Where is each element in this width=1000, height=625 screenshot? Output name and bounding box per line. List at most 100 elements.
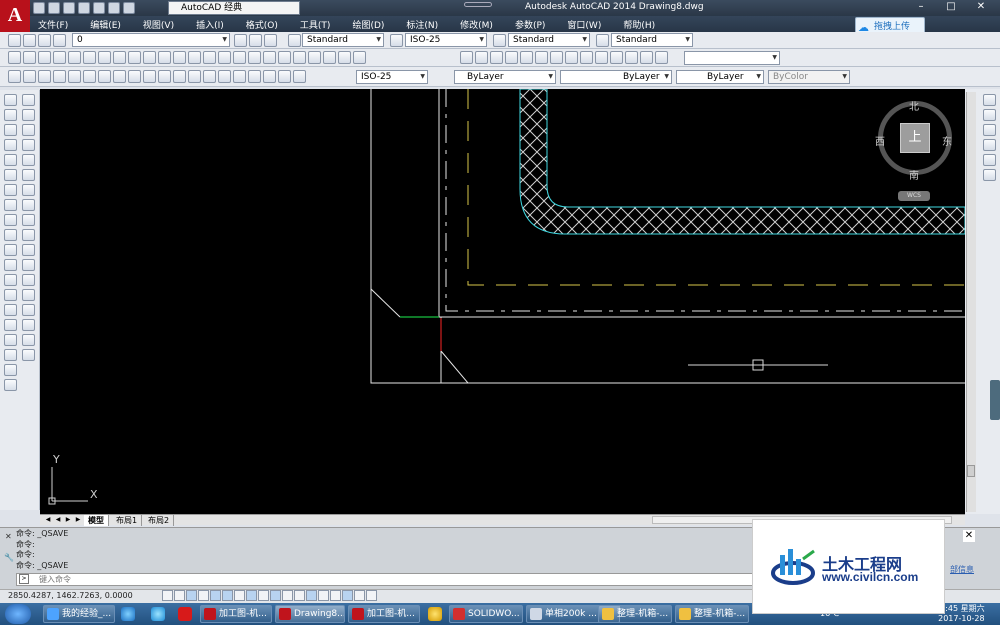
search-box[interactable] [464, 2, 492, 7]
markup-icon[interactable] [323, 51, 336, 64]
menu-edit[interactable]: 编辑(E) [90, 18, 121, 31]
annotation-monitor-icon[interactable] [330, 590, 341, 601]
arc-icon[interactable] [4, 169, 17, 181]
menu-draw[interactable]: 绘图(D) [352, 18, 384, 31]
redo-icon[interactable] [188, 51, 201, 64]
first-tab-arrow-icon[interactable]: ◀ [44, 516, 52, 524]
taskbar-item[interactable]: 整理-机箱-... [598, 605, 672, 623]
break-icon[interactable] [22, 274, 35, 286]
center-mark-icon[interactable] [218, 70, 231, 83]
save-as-icon[interactable] [78, 2, 90, 14]
angular-dim-icon[interactable] [113, 70, 126, 83]
tolerance-icon[interactable] [203, 70, 216, 83]
polar-tracking-icon[interactable] [210, 590, 221, 601]
help-icon[interactable] [353, 51, 366, 64]
drawing-canvas[interactable]: Y X 上 北 南 东 西 WCS [40, 89, 965, 514]
table-style-icon[interactable] [493, 34, 506, 47]
spline-icon[interactable] [4, 214, 17, 226]
paste-icon[interactable] [128, 51, 141, 64]
erase-icon[interactable] [22, 94, 35, 106]
zoom-previous-icon[interactable] [248, 51, 261, 64]
taskbar-item[interactable]: SOLIDWO... [449, 605, 523, 623]
layer-previous-icon[interactable] [264, 34, 277, 47]
new-icon[interactable] [8, 51, 21, 64]
circle-icon[interactable] [4, 184, 17, 196]
dynamic-input-icon[interactable] [270, 590, 281, 601]
browser-icon[interactable] [121, 607, 135, 621]
dim-space-icon[interactable] [173, 70, 186, 83]
close-button[interactable]: ✕ [966, 0, 996, 14]
chamfer-icon[interactable] [22, 304, 35, 316]
wrench-icon[interactable]: 🔧 [4, 553, 14, 562]
tab-layout1[interactable]: 布局1 [112, 515, 143, 526]
linear-dim-icon[interactable] [8, 70, 21, 83]
explode-icon[interactable] [22, 349, 35, 361]
close-icon[interactable]: ✕ [5, 532, 12, 541]
view-nw-icon[interactable] [595, 51, 608, 64]
region-icon[interactable] [4, 334, 17, 346]
minimize-button[interactable]: – [906, 0, 936, 14]
lineweight-dropdown[interactable]: ByLayer [676, 70, 764, 84]
taskbar-item[interactable]: 加工图-机... [348, 605, 420, 623]
command-prompt-icon[interactable]: > [19, 574, 29, 584]
dim-edit-icon[interactable] [263, 70, 276, 83]
block-editor-icon[interactable] [158, 51, 171, 64]
make-block-icon[interactable] [4, 274, 17, 286]
zoom-window-icon[interactable] [233, 51, 246, 64]
print-icon[interactable] [53, 51, 66, 64]
viewcube-east[interactable]: 东 [942, 133, 952, 148]
grid-display-icon[interactable] [186, 590, 197, 601]
design-center-icon[interactable] [278, 51, 291, 64]
showmotion-icon[interactable] [983, 139, 996, 151]
view-top-icon[interactable] [460, 51, 473, 64]
right-edge-panel[interactable] [990, 380, 1000, 420]
orbit-icon[interactable] [610, 51, 623, 64]
new-icon[interactable] [33, 2, 45, 14]
coordinate-readout[interactable]: 2850.4287, 1462.7263, 0.0000 [8, 591, 133, 600]
trim-icon[interactable] [22, 229, 35, 241]
move-icon[interactable] [22, 169, 35, 181]
wcs-menu[interactable]: WCS [898, 191, 930, 201]
view-right-icon[interactable] [505, 51, 518, 64]
folder-icon[interactable] [428, 607, 442, 621]
visual-style-icon[interactable] [625, 51, 638, 64]
ortho-mode-icon[interactable] [198, 590, 209, 601]
diameter-dim-icon[interactable] [98, 70, 111, 83]
hatch-icon[interactable] [4, 304, 17, 316]
redo-icon[interactable] [123, 2, 135, 14]
layer-on-icon[interactable] [8, 34, 21, 47]
gradient-icon[interactable] [4, 319, 17, 331]
continue-dim-icon[interactable] [158, 70, 171, 83]
prev-tab-arrow-icon[interactable]: ◀ [54, 516, 62, 524]
pan-nav-icon[interactable] [983, 94, 996, 106]
tool-palettes-icon[interactable] [293, 51, 306, 64]
rotate-icon[interactable] [22, 184, 35, 196]
infer-constraints-icon[interactable] [162, 590, 173, 601]
taskbar-item[interactable]: 加工图-机... [200, 605, 272, 623]
copy-icon[interactable] [113, 51, 126, 64]
model-space-icon[interactable] [342, 590, 353, 601]
tab-layout2[interactable]: 布局2 [144, 515, 175, 526]
workspace-dropdown[interactable]: AutoCAD 经典 [168, 1, 300, 15]
revision-cloud-icon[interactable] [4, 199, 17, 211]
match-properties-icon[interactable] [143, 51, 156, 64]
copy-object-icon[interactable] [22, 109, 35, 121]
calculator-icon[interactable] [338, 51, 351, 64]
multileader-style-dropdown[interactable]: Standard [611, 33, 693, 47]
menu-view[interactable]: 视图(V) [143, 18, 174, 31]
lock-icon[interactable] [38, 34, 51, 47]
blend-curves-icon[interactable] [22, 334, 35, 346]
sheet-set-icon[interactable] [308, 51, 321, 64]
steering-wheel-icon[interactable] [983, 154, 996, 166]
quick-view-drawings-icon[interactable] [366, 590, 377, 601]
aligned-dim-icon[interactable] [23, 70, 36, 83]
print-icon[interactable] [93, 2, 105, 14]
taskbar-item[interactable]: 整理-机箱-... [675, 605, 749, 623]
line-icon[interactable] [4, 94, 17, 106]
table-icon[interactable] [4, 349, 17, 361]
taskbar-item[interactable]: 我的经验_... [43, 605, 115, 623]
viewcube-south[interactable]: 南 [909, 167, 919, 182]
inspection-icon[interactable] [233, 70, 246, 83]
jogged-linear-icon[interactable] [248, 70, 261, 83]
selection-cycling-icon[interactable] [318, 590, 329, 601]
